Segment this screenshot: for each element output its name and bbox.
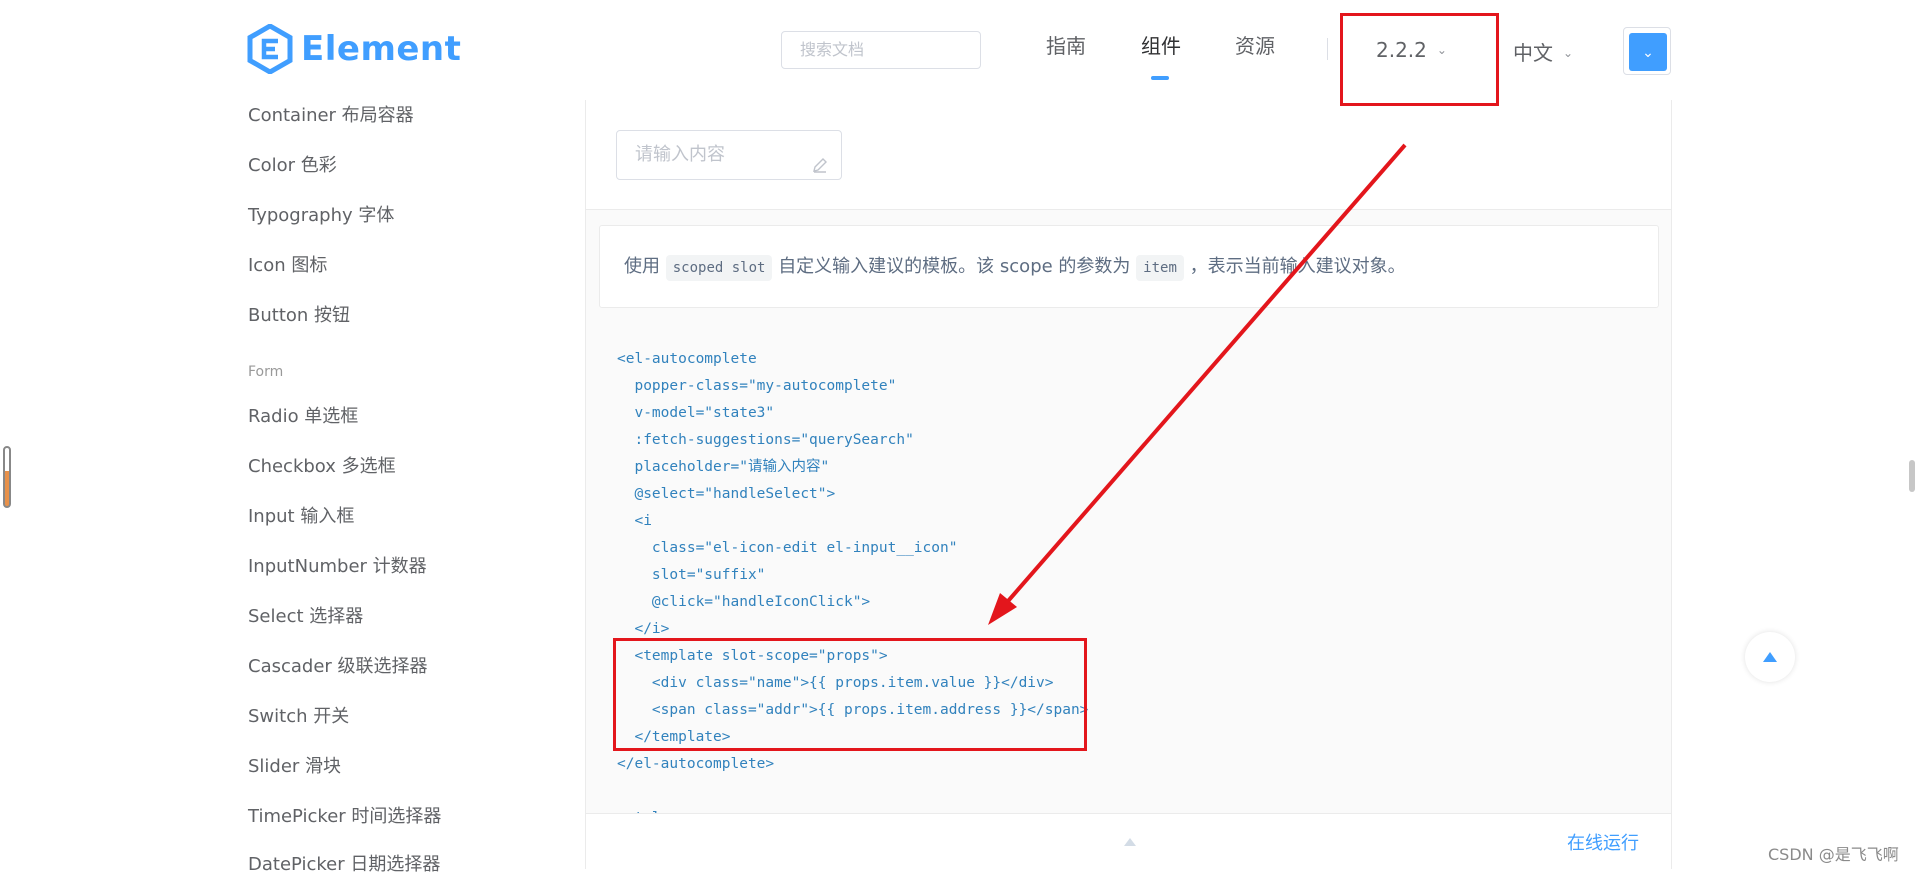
scroll-indicator[interactable] (3, 446, 11, 508)
annotation-arrow (988, 143, 1407, 625)
watermark: CSDN @是飞飞啊 (1768, 845, 1899, 864)
page-scrollbar-thumb[interactable] (1909, 460, 1915, 492)
arrow-up-icon (1763, 652, 1777, 662)
back-to-top-button[interactable] (1745, 632, 1795, 682)
